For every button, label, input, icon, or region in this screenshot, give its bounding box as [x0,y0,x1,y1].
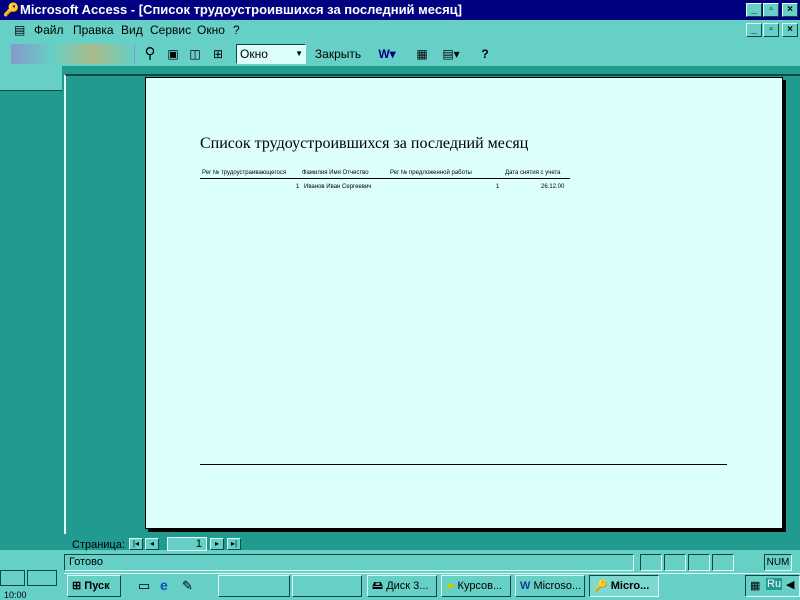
key-icon: 🔑 [3,2,20,17]
doc-restore-button[interactable]: ▫ [763,23,779,37]
one-page-icon[interactable]: ▣ [164,44,182,64]
status-box [688,554,710,571]
outlook-icon[interactable]: ✎ [182,578,193,594]
task-label: Диск 3... [386,580,429,592]
restore-button[interactable]: ▫ [763,3,779,17]
cell-name: Иванов Иван Сергеевич [304,184,372,190]
key-icon: 🔑 [594,580,608,592]
window-title: Microsoft Access - [Список трудоустроивш… [20,2,462,17]
ie-icon[interactable]: e [160,577,168,593]
page-label: Страница: [72,539,125,551]
taskbar-word[interactable]: W Microso... [515,575,585,597]
header-rule [200,178,570,179]
cell-date: 26.12.00 [541,184,565,190]
menu-view[interactable]: Вид [121,23,143,37]
left-status-box [27,570,57,586]
new-object-icon[interactable]: ▤▾ [436,44,466,64]
database-window-icon[interactable]: ▦ [412,44,432,64]
multiple-pages-icon[interactable]: ⊞ [208,44,228,64]
office-links-icon[interactable]: W▾ [372,44,402,64]
word-icon: W [520,580,531,592]
doc-minimize-button[interactable]: _ [746,23,762,37]
num-indicator: NUM [764,554,792,571]
close-preview-button[interactable]: Закрыть [312,44,364,64]
menu-file[interactable]: Файл [34,23,64,37]
next-page-button[interactable]: ▸ [210,538,224,550]
title-bar: 🔑 Microsoft Access - [Список трудоустрои… [0,0,800,20]
col-job: Рег № предложенной работы [390,170,472,176]
zoom-icon[interactable]: ⚲ [140,44,160,64]
col-date: Дата снятия с учета [505,170,561,176]
first-page-button[interactable]: |◂ [129,538,143,550]
col-name: Фамилия Имя Отчество [302,170,369,176]
doc-close-button[interactable]: × [782,23,798,37]
taskbar-empty[interactable] [218,575,290,597]
taskbar-disk[interactable]: 🖴 Диск 3... [367,575,437,597]
task-label: Micro... [610,580,650,592]
close-button[interactable]: × [782,3,798,17]
last-page-button[interactable]: ▸| [227,538,241,550]
menu-window[interactable]: Окно [197,23,225,37]
page-number-input[interactable]: 1 [167,537,207,551]
volume-icon[interactable]: ◀ [786,578,794,591]
scheduler-icon[interactable]: ▦ [750,579,760,592]
drive-icon: 🖴 [372,580,384,592]
col-reg: Рег № трудоустраивающегося [202,170,287,176]
zoom-select[interactable]: Окно ▼ [236,44,306,64]
status-box [712,554,734,571]
menu-bar [0,20,800,42]
task-label: Курсов... [457,580,503,592]
two-pages-icon[interactable]: ◫ [185,44,205,64]
language-indicator[interactable]: Ru [766,578,783,590]
minimize-button[interactable]: _ [746,3,762,17]
chevron-down-icon: ▼ [295,49,303,58]
start-button[interactable]: ⊞ Пуск [67,575,121,597]
desktop-icon[interactable]: ▭ [138,578,150,594]
taskbar-empty[interactable] [292,575,362,597]
menu-help[interactable]: ? [233,23,240,37]
menu-tools[interactable]: Сервис [150,23,191,37]
folder-icon: ▰ [446,580,455,592]
footer-rule [200,464,727,465]
cell-job: 1 [496,184,500,190]
prev-page-button[interactable]: ◂ [145,538,159,550]
status-box [664,554,686,571]
status-box [640,554,662,571]
menu-edit[interactable]: Правка [73,23,114,37]
taskbar-folder[interactable]: ▰ Курсов... [441,575,511,597]
cell-reg: 1 [296,184,300,190]
report-title: Список трудоустроившихся за последний ме… [200,135,529,152]
left-panel-area [0,90,62,550]
left-status-box [0,570,25,586]
taskbar-access[interactable]: 🔑 Micro... [589,575,659,597]
document-icon: ▤ [14,23,26,37]
windows-icon: ⊞ [72,580,82,592]
zoom-select-value: Окно [240,47,268,61]
status-text: Готово [64,554,634,571]
help-icon[interactable]: ? [476,44,494,64]
view-tools[interactable] [10,44,135,64]
start-label: Пуск [84,580,110,592]
clock: 10:00 [4,590,27,600]
task-label: Microso... [533,580,582,592]
